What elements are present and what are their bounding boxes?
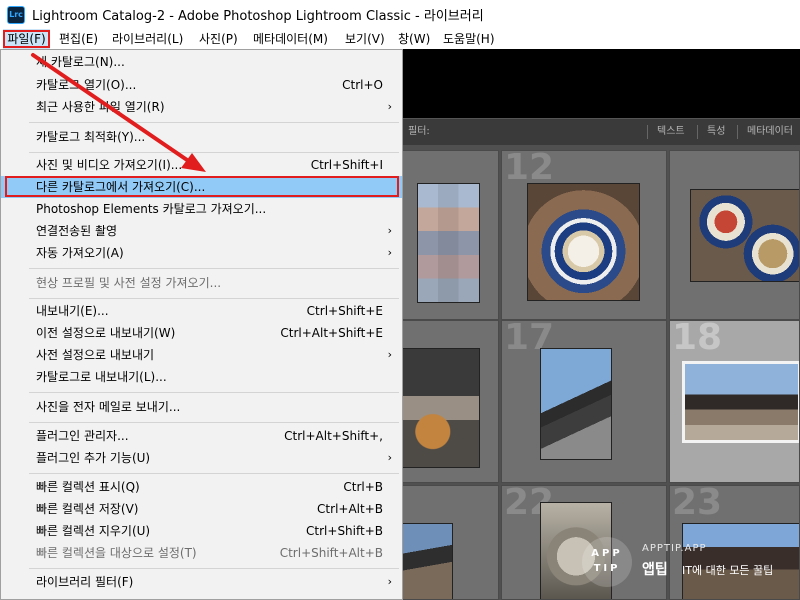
annotation-arrow-icon [31,53,206,172]
